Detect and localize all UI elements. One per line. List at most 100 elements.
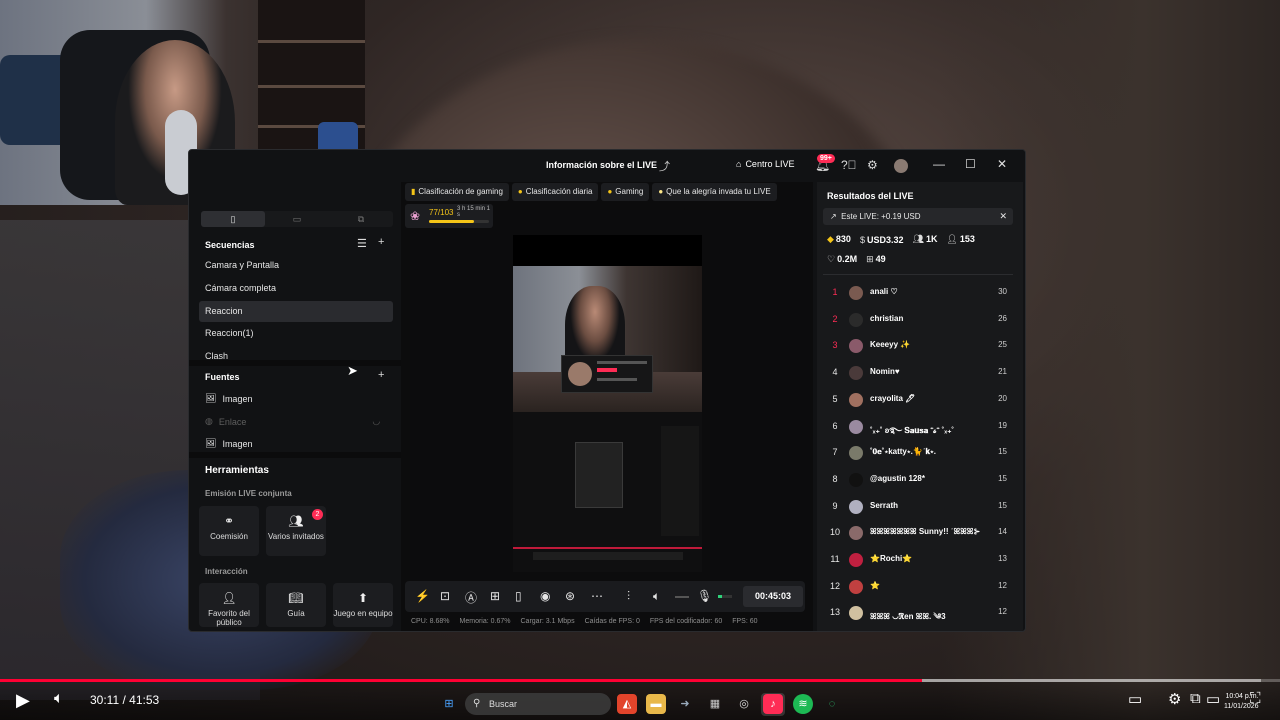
ranking-row[interactable]: 7 ˚𝟎𝐞˚⋆katty⋆.🐈ʾ𝐤⋆. 15 [823,440,1013,466]
avatar [849,472,863,487]
source-item[interactable]: 🖼︎ Imagen [205,438,252,449]
ranking-row[interactable]: 6 ˚ₓ₊˚ ʚ࿐ 𝐒𝐚𝐮𝐬𝐚 ⁺𝓼⁺ ˚ₓ₊˚ 19 [823,414,1013,440]
ranking-row[interactable]: 11 ⭐Rochi⭐ 13 [823,547,1013,573]
add-source-button[interactable]: + [378,369,384,381]
volume-icon[interactable]: 🔈︎ [54,690,64,708]
gaming-ranking-chip[interactable]: ▮ Clasificación de gaming [405,183,509,201]
avatar[interactable] [894,159,908,173]
this-live-text: Este LIVE: +0.19 USD [841,212,921,221]
multi-guest-button[interactable]: 👥︎ Varios invitados 2 [266,506,326,556]
obs-icon[interactable]: ◎ [734,694,754,714]
clock-time: 10:04 p.m. [1225,693,1259,700]
visibility-icon[interactable]: ◡ [372,416,380,427]
gift-icon: ❀ [410,209,421,223]
minimize-icon[interactable]: — [933,157,945,171]
list-icon[interactable]: ☰ [357,237,367,250]
source-item[interactable]: 🖼︎ Imagen [205,393,252,404]
close-icon[interactable]: ✕ [997,157,1007,171]
microphone-icon[interactable]: 🎙︎ [697,589,712,603]
cohost-button[interactable]: ⚭ Coemisión [199,506,259,556]
live-results-panel: Resultados del LIVE ↗ Este LIVE: +0.19 U… [817,182,1023,631]
source-label: Enlace [218,416,247,427]
sequence-item-active[interactable]: Reaccion [199,301,393,322]
ranking-row[interactable]: 8 @agustin 128* 15 [823,467,1013,493]
app-icon[interactable]: ▦ [705,694,725,714]
dual-tab[interactable]: ⧉ [329,211,393,227]
heart-icon: ♡ [827,254,836,264]
ranking-row[interactable]: 4 Nomin♥ 21 [823,360,1013,386]
add-sequence-button[interactable]: + [378,236,384,248]
windows-start-icon[interactable]: ⊞ [439,694,459,714]
sequence-item[interactable]: Clash [199,346,393,360]
avatar [849,553,863,567]
guide-button[interactable]: 📖︎ Guía [266,583,326,627]
landscape-tab[interactable]: ▭ [265,211,329,227]
miniplayer-icon[interactable]: ⧉ [1190,690,1201,707]
subtitles-icon[interactable]: ▭ [1128,690,1142,708]
share-icon[interactable]: ⤴ [659,158,670,174]
rank-number: 2 [832,313,838,324]
gear-icon[interactable]: ⚙ [867,158,878,172]
ranking-row[interactable]: 2 christian 26 [823,307,1013,333]
phone-icon[interactable]: ▯ [515,589,522,603]
app-icon[interactable]: ➜ [675,694,695,714]
source-label: Imagen [222,438,253,449]
edit-layout-icon[interactable]: ⊡ [440,589,450,603]
sequence-item[interactable]: Cámara completa [199,278,393,299]
title-bar: Información sobre el LIVE ⤴ ⌂ Centro LIVE… [189,150,1025,182]
app-icon[interactable]: ◌ [822,694,842,714]
ranking-row[interactable]: 5 crayolita 🖊 20 [823,387,1013,413]
mouse-cursor: ➤ [347,363,358,378]
joy-chip[interactable]: ● Que la alegría invada tu LIVE [652,183,777,201]
mixer-icon[interactable]: ⫶ [627,589,630,604]
avatar [849,312,863,327]
brave-icon[interactable]: ◭ [617,694,637,714]
gaming-chip[interactable]: ● Gaming [601,183,650,201]
theater-icon[interactable]: ▭ [1206,690,1220,708]
camera-effects-icon[interactable]: ⊛ [565,589,575,603]
ranking-row[interactable]: 13 ꕤꕤꕤ ◡ℜen ꕤꕤ. ༄3 12 [823,600,1013,626]
avatar [849,446,863,461]
gift-goal[interactable]: ❀ 77/103 3 h 15 min 1 s [405,204,493,228]
audience-favorite-button[interactable]: 👤︎ Favorito del público [199,583,259,627]
close-icon[interactable]: ✕ [999,208,1007,225]
volume-icon[interactable]: 🔈︎ [653,589,660,604]
help-icon[interactable]: ?⃝ [841,158,857,172]
search-icon: ⚲ [473,698,481,709]
source-item-disabled[interactable]: ◍ Enlace ◡ [205,416,380,427]
sequence-item[interactable]: Camara y Pantalla [199,255,393,276]
tiktok-live-icon[interactable]: ♪ [763,694,783,714]
divider [189,452,401,458]
daily-ranking-chip[interactable]: ● Clasificación diaria [511,183,599,201]
taskbar-search[interactable]: ⚲ Buscar [465,693,611,715]
ai-icon[interactable]: Ⓐ [465,589,477,606]
followers-icon: 👤︎ [946,234,958,244]
flame-icon: ● [607,187,613,196]
centro-live-button[interactable]: ⌂ Centro LIVE [736,159,794,169]
more-icon[interactable]: ⋯ [591,589,603,603]
team-game-button[interactable]: ⬆ Juego en equipo [333,583,393,627]
spotify-icon[interactable]: ≋ [793,694,813,714]
ranking-row[interactable]: 3 Keeeyy ✨ 25 [823,333,1013,359]
ranking-row[interactable]: 9 Serrath 15 [823,494,1013,520]
ranking-row[interactable]: 12 ⭐ 12 [823,574,1013,600]
maximize-icon[interactable]: ☐ [965,157,976,171]
globe-icon: ◍ [205,416,213,426]
portrait-tab[interactable]: ▯ [201,211,265,227]
record-icon[interactable]: ◉ [540,589,550,603]
magic-wand-icon[interactable]: ⚡ [415,589,430,603]
ranking-row[interactable]: 10 ꕤꕤꕤꕤꕤꕤꕤ Sunny!! ʾꕤꕤꕤ⊱ 14 [823,520,1013,546]
folder-icon[interactable]: ▬ [646,694,666,714]
add-scene-icon[interactable]: ⊞ [490,589,500,603]
volume-slider[interactable] [675,596,689,598]
clock-date: 11/01/2026 [1224,703,1259,710]
gift-time: 3 h 15 min 1 s [457,206,491,218]
ranking-row[interactable]: 1 anali ♡ 30 [823,280,1013,306]
sequence-item[interactable]: Reaccion(1) [199,323,393,344]
interaction-heading: Interacción [205,567,248,576]
gear-icon[interactable]: ⚙ [1168,690,1181,708]
play-icon[interactable]: ▶ [16,690,30,711]
viewer-score: 30 [998,287,1007,296]
viewer-score: 15 [998,473,1007,483]
fav-label: Favorito del público [208,609,250,627]
